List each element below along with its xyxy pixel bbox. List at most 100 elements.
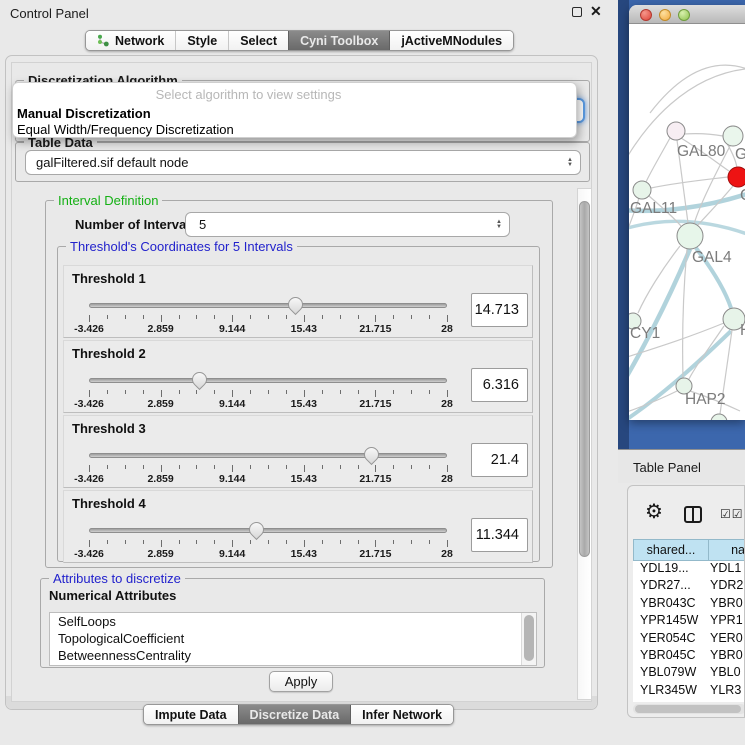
list-item[interactable]: SelfLoops bbox=[50, 613, 536, 630]
slider-tick bbox=[179, 540, 180, 544]
numerical-attributes-list[interactable]: SelfLoops TopologicalCoefficient Between… bbox=[49, 612, 537, 666]
table-hscrollbar-thumb[interactable] bbox=[635, 705, 741, 713]
main-scrollbar[interactable] bbox=[577, 188, 592, 700]
network-node[interactable] bbox=[677, 223, 703, 249]
table-panel: ⚙ ☑☑ shared... na YDL19...YDL1 YDR27...Y… bbox=[627, 485, 745, 718]
desktop-edge bbox=[618, 0, 629, 449]
node-label: C bbox=[740, 187, 745, 204]
table-row[interactable]: YER054CYER0 bbox=[633, 631, 745, 648]
close-icon[interactable]: ✕ bbox=[590, 3, 602, 20]
tab-jactivemnodules[interactable]: jActiveMNodules bbox=[389, 31, 513, 50]
split-columns-icon[interactable] bbox=[684, 506, 702, 523]
cell: YDL1 bbox=[710, 561, 745, 578]
list-scrollbar[interactable] bbox=[521, 613, 536, 665]
tab-select[interactable]: Select bbox=[228, 31, 288, 50]
attributes-group: Attributes to discretize Numerical Attri… bbox=[40, 578, 545, 668]
slider-tick bbox=[375, 315, 376, 322]
slider-thumb[interactable] bbox=[361, 444, 382, 465]
slider-tick bbox=[340, 540, 341, 544]
network-node[interactable] bbox=[667, 122, 685, 140]
num-intervals-combobox[interactable]: 5 ▲▼ bbox=[185, 212, 510, 237]
slider-tick-label: -3.426 bbox=[74, 473, 104, 485]
cell: YER0 bbox=[710, 631, 745, 648]
minimize-traffic-light[interactable] bbox=[659, 9, 671, 21]
table-data-combobox[interactable]: galFiltered.sif default node ▲▼ bbox=[25, 150, 581, 175]
table-row[interactable]: YLR345WYLR3 bbox=[633, 683, 745, 700]
window-titlebar[interactable] bbox=[629, 5, 745, 24]
table-row[interactable]: YBL079WYBL0 bbox=[633, 665, 745, 682]
threshold-row-4: Threshold 4 -3.4262.8599.14415.4321.7152… bbox=[63, 490, 533, 563]
tab-network[interactable]: Network bbox=[86, 31, 175, 50]
table-row[interactable]: YBR045CYBR0 bbox=[633, 648, 745, 665]
threshold-slider[interactable]: -3.4262.8599.14415.4321.71528 bbox=[89, 371, 447, 409]
slider-tick bbox=[429, 465, 430, 469]
tab-discretize-data[interactable]: Discretize Data bbox=[238, 705, 351, 724]
network-node[interactable] bbox=[728, 167, 745, 187]
slider-thumb[interactable] bbox=[189, 369, 210, 390]
slider-tick bbox=[250, 540, 251, 544]
apply-button[interactable]: Apply bbox=[269, 671, 333, 692]
slider-tick-label: 2.859 bbox=[147, 398, 173, 410]
slider-track[interactable] bbox=[89, 453, 447, 458]
zoom-traffic-light[interactable] bbox=[678, 9, 690, 21]
slider-tick bbox=[250, 465, 251, 469]
slider-tick bbox=[358, 465, 359, 469]
list-item[interactable]: BetweennessCentrality bbox=[50, 647, 536, 664]
list-item[interactable]: TopologicalCoefficient bbox=[50, 630, 536, 647]
threshold-value-field[interactable] bbox=[471, 293, 528, 327]
threshold-row-2: Threshold 2 -3.4262.8599.14415.4321.7152… bbox=[63, 340, 533, 413]
slider-tick bbox=[214, 390, 215, 394]
network-canvas[interactable]: GAL80GACGAL11GAL4GCY1HHAP2 bbox=[629, 25, 745, 420]
network-view-window[interactable]: GAL80GACGAL11GAL4GCY1HHAP2 bbox=[629, 5, 745, 420]
slider-thumb[interactable] bbox=[246, 519, 267, 540]
table-row[interactable]: YPR145WYPR1 bbox=[633, 613, 745, 630]
slider-track[interactable] bbox=[89, 303, 447, 308]
threshold-value-field[interactable] bbox=[471, 518, 528, 552]
threshold-value-field[interactable] bbox=[471, 368, 528, 402]
gear-icon[interactable]: ⚙ bbox=[645, 502, 663, 522]
table-hscrollbar[interactable] bbox=[633, 704, 745, 714]
list-scrollbar-thumb[interactable] bbox=[524, 615, 534, 661]
table-data-value: galFiltered.sif default node bbox=[36, 155, 188, 170]
slider-tick bbox=[179, 315, 180, 319]
threshold-slider[interactable]: -3.4262.8599.14415.4321.71528 bbox=[89, 521, 447, 559]
dropdown-option-manual[interactable]: Manual Discretization bbox=[17, 106, 151, 121]
tab-infer-network[interactable]: Infer Network bbox=[350, 705, 453, 724]
table-row[interactable]: YDR27...YDR2 bbox=[633, 578, 745, 595]
slider-tick bbox=[89, 540, 90, 547]
slider-tick bbox=[232, 390, 233, 397]
cell: YBL079W bbox=[633, 665, 710, 682]
slider-tick bbox=[232, 315, 233, 322]
close-traffic-light[interactable] bbox=[640, 9, 652, 21]
table-row[interactable]: YDL19...YDL1 bbox=[633, 561, 745, 578]
dropdown-option-equal-width[interactable]: Equal Width/Frequency Discretization bbox=[17, 122, 234, 137]
checkbox-icons[interactable]: ☑☑ bbox=[720, 507, 744, 521]
cell: YBR0 bbox=[710, 648, 745, 665]
slider-thumb[interactable] bbox=[285, 294, 306, 315]
column-header-shared[interactable]: shared... bbox=[633, 539, 709, 561]
float-window-icon[interactable] bbox=[572, 7, 582, 17]
slider-track[interactable] bbox=[89, 528, 447, 533]
column-header-name[interactable]: na bbox=[709, 539, 745, 561]
slider-tick bbox=[161, 540, 162, 547]
tab-style[interactable]: Style bbox=[175, 31, 228, 50]
slider-tick-label: 15.43 bbox=[291, 548, 317, 560]
bottom-tab-bar: Impute Data Discretize Data Infer Networ… bbox=[143, 704, 454, 725]
network-node[interactable] bbox=[711, 414, 727, 420]
table-row[interactable]: YIL052CYIL0 bbox=[633, 700, 745, 702]
threshold-slider[interactable]: -3.4262.8599.14415.4321.71528 bbox=[89, 446, 447, 484]
slider-tick bbox=[143, 390, 144, 394]
tab-cyni-toolbox[interactable]: Cyni Toolbox bbox=[288, 31, 389, 50]
table-body[interactable]: YDL19...YDL1 YDR27...YDR2 YBR043CYBR0 YP… bbox=[633, 561, 745, 702]
slider-tick bbox=[143, 315, 144, 319]
slider-tick-label: 9.144 bbox=[219, 398, 245, 410]
screen: Control Panel ✕ Network Style Select Cyn… bbox=[0, 0, 745, 745]
threshold-value-field[interactable] bbox=[471, 443, 528, 477]
slider-track[interactable] bbox=[89, 378, 447, 383]
table-row[interactable]: YBR043CYBR0 bbox=[633, 596, 745, 613]
tab-impute-data[interactable]: Impute Data bbox=[144, 705, 238, 724]
main-scrollbar-thumb[interactable] bbox=[579, 201, 590, 557]
network-node[interactable] bbox=[633, 181, 651, 199]
network-node[interactable] bbox=[723, 126, 743, 146]
threshold-slider[interactable]: -3.4262.8599.14415.4321.71528 bbox=[89, 296, 447, 334]
